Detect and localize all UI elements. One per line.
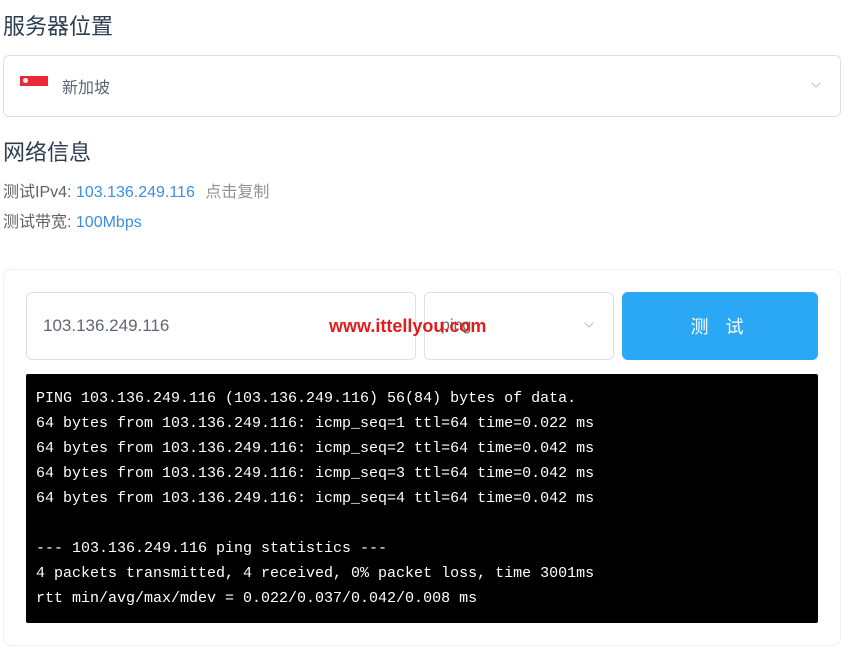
server-location-value: 新加坡 [62, 74, 110, 98]
test-button[interactable]: 测 试 [622, 292, 818, 360]
server-location-title: 服务器位置 [3, 9, 841, 41]
bandwidth-value: 100Mbps [76, 214, 142, 231]
chevron-down-icon [583, 319, 595, 334]
ip-input[interactable] [26, 292, 416, 360]
ipv4-value[interactable]: 103.136.249.116 [76, 184, 195, 201]
network-info-title: 网络信息 [3, 135, 841, 167]
method-select[interactable]: ping [424, 292, 614, 360]
bandwidth-row: 测试带宽: 100Mbps [3, 211, 841, 235]
test-panel: ping 测 试 PING 103.136.249.116 (103.136.2… [3, 269, 841, 646]
ipv4-row: 测试IPv4: 103.136.249.116 点击复制 [3, 181, 841, 205]
server-location-select[interactable]: 新加坡 [3, 55, 841, 117]
chevron-down-icon [810, 79, 822, 94]
method-select-value: ping [441, 317, 471, 335]
terminal-output: PING 103.136.249.116 (103.136.249.116) 5… [26, 374, 818, 623]
copy-hint[interactable]: 点击复制 [205, 184, 269, 201]
bandwidth-label: 测试带宽: [3, 214, 71, 231]
ipv4-label: 测试IPv4: [3, 184, 71, 201]
flag-singapore-icon [20, 76, 48, 96]
